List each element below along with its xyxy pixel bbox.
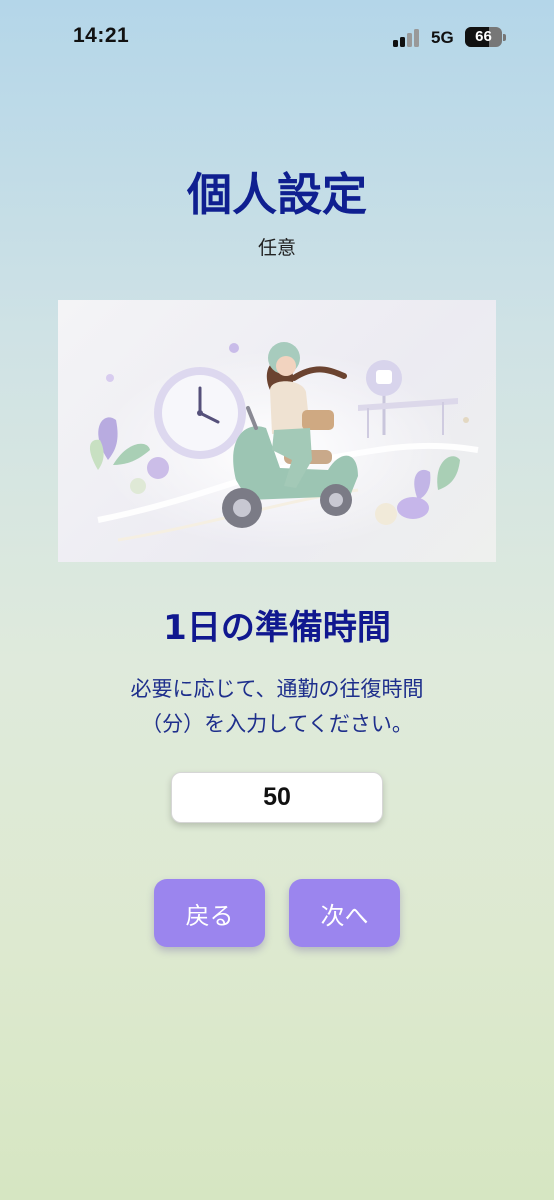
prep-time-input[interactable]: [171, 772, 383, 823]
scooter-illustration: [58, 300, 496, 562]
status-bar: 14:21 5G 66: [0, 0, 554, 76]
battery-cap: [503, 34, 506, 41]
description-line-1: 必要に応じて、通勤の往復時間: [130, 677, 424, 701]
network-type: 5G: [431, 28, 454, 47]
status-time: 14:21: [73, 24, 130, 47]
description-line-2: （分）を入力してください。: [141, 712, 413, 736]
battery-icon: 66: [465, 27, 502, 47]
prep-time-description: 必要に応じて、通勤の往復時間 （分）を入力してください。: [40, 672, 514, 742]
signal-icon: [393, 29, 423, 47]
page-title: 個人設定: [186, 168, 367, 221]
page-subtitle: 任意: [257, 237, 296, 259]
next-button[interactable]: 次へ: [289, 879, 400, 947]
clock-icon: [154, 367, 246, 459]
prep-time-title: 1日の準備時間: [163, 608, 391, 648]
battery-level: 66: [475, 28, 492, 45]
back-button[interactable]: 戻る: [154, 879, 265, 947]
